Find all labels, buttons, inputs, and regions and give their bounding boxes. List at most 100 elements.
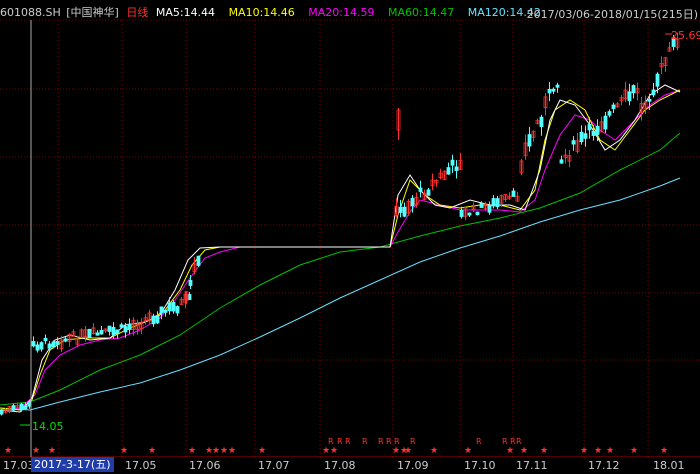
candle-body [167,302,172,312]
x-tick: 17.07 [258,459,290,472]
star-marker: ★ [148,446,156,456]
candle-body [410,197,415,207]
candle-body [35,344,40,351]
candle-body [151,315,156,325]
star-marker: ★ [660,446,668,456]
candle-body [31,341,36,347]
candle-body [539,116,544,128]
r-marker: R [328,437,334,446]
candlesticks [0,32,680,426]
candle-body [55,341,60,345]
ma60-value: MA60:14.47 [388,6,455,19]
candle-body [99,329,104,335]
r-marker: R [386,437,392,446]
candle-body [551,88,556,92]
candle-body [459,209,464,217]
candle-body [51,341,56,348]
signal-markers: ★ ★ ★ ★ ★ ★ ★★ ★ ★ ★ ★ ★ ★ ★★ ★ ★ ★ ★ ★ ★ ★ ★ ★ ★R R R R R R R R R R R R [4,437,668,456]
candle-body [171,301,176,312]
r-marker: R [516,437,522,446]
candle-body [187,294,192,301]
candle-body [196,255,201,266]
r-marker: R [410,437,416,446]
star-marker: ★ [606,446,614,456]
candle-body [511,190,516,197]
candle-body [655,73,660,87]
star-marker: ★ [120,446,128,456]
candle-body [123,326,128,333]
candle-body [591,130,596,136]
r-marker: R [476,437,482,446]
grid-lines [0,19,700,458]
star-marker: ★ [520,446,528,456]
candle-body [475,211,480,216]
high-price-label: 25.69 [671,29,700,42]
candle-body [627,91,632,102]
r-marker: R [502,437,508,446]
candle-body [0,409,4,415]
star-marker: ★ [32,446,40,456]
x-tick: 17.05 [125,459,157,472]
candle-body [398,206,403,213]
ma5-value: MA5:14.44 [155,6,216,19]
symbol-code[interactable]: 601088.SH [0,6,61,19]
candle-body [487,205,492,213]
candle-body [47,343,52,349]
period-label[interactable]: 日线 [126,6,148,19]
star-marker: ★ [430,446,438,456]
date-range: 2017/03/06-2018/01/15(215日) [526,8,698,21]
star-marker: ★ [228,446,236,456]
r-marker: R [337,437,343,446]
star-marker: ★ [580,446,588,456]
candle-body [107,325,112,332]
ma120-line [0,177,681,411]
candle-body [23,405,28,410]
star-marker: ★ [4,446,12,456]
x-tick: 17.03 [3,459,35,472]
candle-body [587,124,592,131]
candle-body [571,140,576,145]
x-tick: 17.10 [464,459,496,472]
star-marker: ★ [404,446,412,456]
x-tick: 17.11 [516,459,548,472]
x-tick: 18.01 [653,459,685,472]
ma60-line [0,132,681,406]
candle-body [63,338,68,342]
x-tick: 17.06 [189,459,221,472]
candle-body [43,337,48,342]
candle-body [418,187,423,192]
r-marker: R [345,437,351,446]
star-marker: ★ [212,446,220,456]
candle-body [188,279,193,286]
candle-body [111,326,116,335]
star-marker: ★ [48,446,56,456]
kline-chart[interactable]: ★ ★ ★ ★ ★ ★ ★★ ★ ★ ★ ★ ★ ★ ★★ ★ ★ ★ ★ ★ ★ ★ ★ ★ ★R R R R R R R R R R R R [0,0,700,474]
star-marker: ★ [630,446,638,456]
candle-body [651,89,656,96]
candle-body [603,115,608,130]
candle-body [479,202,484,208]
candle-body [95,332,100,336]
candle-body [595,125,600,135]
ma10-value: MA10:14.46 [228,6,295,19]
star-marker: ★ [220,446,228,456]
candle-body [175,306,180,314]
candle-body [450,159,455,166]
candle-body [555,84,560,88]
candle-body [426,189,431,196]
candle-body [527,134,532,147]
star-marker: ★ [392,446,400,456]
candle-body [39,342,44,350]
x-tick: 17.09 [397,459,429,472]
low-price-label: 14.05 [32,420,64,433]
cursor-date-label: 2017-3-17(五) [31,457,114,472]
candle-body [547,88,552,94]
candle-body [119,324,124,328]
star-marker: ★ [188,446,196,456]
candle-body [163,309,168,313]
candle-body [402,206,407,217]
r-marker: R [362,437,368,446]
star-marker: ★ [464,446,472,456]
candle-body [491,198,496,207]
candle-body [11,405,16,411]
